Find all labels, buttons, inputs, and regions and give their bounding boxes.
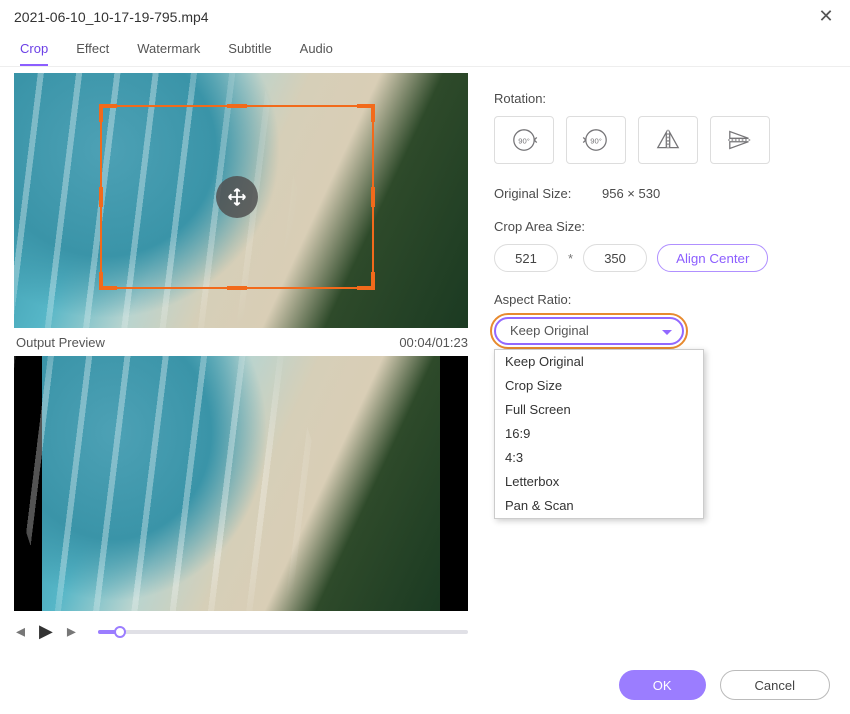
- preview-info-row: Output Preview 00:04/01:23: [14, 328, 470, 356]
- option-4-3[interactable]: 4:3: [495, 446, 703, 470]
- output-preview-label: Output Preview: [16, 335, 105, 350]
- crop-handle-top-right[interactable]: [357, 104, 375, 122]
- move-icon[interactable]: [216, 176, 258, 218]
- tab-subtitle[interactable]: Subtitle: [228, 41, 271, 66]
- ok-button[interactable]: OK: [619, 670, 706, 700]
- output-image: [42, 356, 440, 611]
- crop-handle-bottom-right[interactable]: [357, 272, 375, 290]
- crop-handle-right[interactable]: [371, 187, 375, 207]
- prev-frame-button[interactable]: ◂: [16, 621, 25, 642]
- content: Output Preview 00:04/01:23 ◂ ▶ ▸ Rotatio…: [0, 67, 850, 642]
- play-button[interactable]: ▶: [39, 621, 53, 642]
- rotation-label: Rotation:: [494, 91, 818, 106]
- aspect-ratio-select[interactable]: Keep Original: [494, 317, 684, 345]
- crop-handle-top[interactable]: [227, 104, 247, 108]
- aspect-ratio-label: Aspect Ratio:: [494, 292, 818, 307]
- svg-text:90°: 90°: [518, 136, 530, 145]
- crop-rectangle[interactable]: [100, 105, 374, 289]
- original-size-row: Original Size: 956 × 530: [494, 186, 818, 201]
- crop-area-size-label: Crop Area Size:: [494, 219, 818, 234]
- tab-watermark[interactable]: Watermark: [137, 41, 200, 66]
- tab-effect[interactable]: Effect: [76, 41, 109, 66]
- time-display: 00:04/01:23: [399, 335, 468, 350]
- right-panel: Rotation: 90° 90°: [470, 73, 836, 642]
- tab-audio[interactable]: Audio: [300, 41, 333, 66]
- transport-controls: ◂ ▶ ▸: [14, 611, 470, 642]
- crop-handle-bottom[interactable]: [227, 286, 247, 290]
- align-center-button[interactable]: Align Center: [657, 244, 768, 272]
- rotate-right-button[interactable]: 90°: [494, 116, 554, 164]
- tab-crop[interactable]: Crop: [20, 41, 48, 66]
- rotation-buttons: 90° 90°: [494, 116, 818, 164]
- wave-foam-output: [14, 356, 373, 611]
- option-keep-original[interactable]: Keep Original: [495, 350, 703, 374]
- footer-buttons: OK Cancel: [619, 670, 830, 700]
- original-size-label: Original Size:: [494, 186, 588, 201]
- tabs: Crop Effect Watermark Subtitle Audio: [0, 35, 850, 67]
- multiply-symbol: *: [568, 251, 573, 266]
- original-size-value: 956 × 530: [602, 186, 660, 201]
- flip-horizontal-button[interactable]: [638, 116, 698, 164]
- option-full-screen[interactable]: Full Screen: [495, 398, 703, 422]
- aspect-ratio-select-wrapper: Keep Original Keep Original Crop Size Fu…: [494, 317, 684, 345]
- next-frame-button[interactable]: ▸: [67, 621, 76, 642]
- crop-height-input[interactable]: [583, 244, 647, 272]
- crop-width-input[interactable]: [494, 244, 558, 272]
- svg-text:90°: 90°: [590, 136, 602, 145]
- title-bar: 2021-06-10_10-17-19-795.mp4 ✕: [0, 0, 850, 35]
- flip-vertical-button[interactable]: [710, 116, 770, 164]
- left-panel: Output Preview 00:04/01:23 ◂ ▶ ▸: [14, 73, 470, 642]
- timeline-slider[interactable]: [98, 630, 468, 634]
- window-title: 2021-06-10_10-17-19-795.mp4: [14, 9, 209, 25]
- source-video-preview: [14, 73, 468, 328]
- close-icon[interactable]: ✕: [816, 6, 836, 27]
- crop-handle-top-left[interactable]: [99, 104, 117, 122]
- timeline-thumb[interactable]: [114, 626, 126, 638]
- option-letterbox[interactable]: Letterbox: [495, 470, 703, 494]
- rotate-left-button[interactable]: 90°: [566, 116, 626, 164]
- option-pan-scan[interactable]: Pan & Scan: [495, 494, 703, 518]
- crop-handle-left[interactable]: [99, 187, 103, 207]
- option-crop-size[interactable]: Crop Size: [495, 374, 703, 398]
- crop-handle-bottom-left[interactable]: [99, 272, 117, 290]
- option-16-9[interactable]: 16:9: [495, 422, 703, 446]
- cancel-button[interactable]: Cancel: [720, 670, 830, 700]
- aspect-ratio-dropdown: Keep Original Crop Size Full Screen 16:9…: [494, 349, 704, 519]
- output-preview: [14, 356, 468, 611]
- crop-area-row: * Align Center: [494, 244, 818, 272]
